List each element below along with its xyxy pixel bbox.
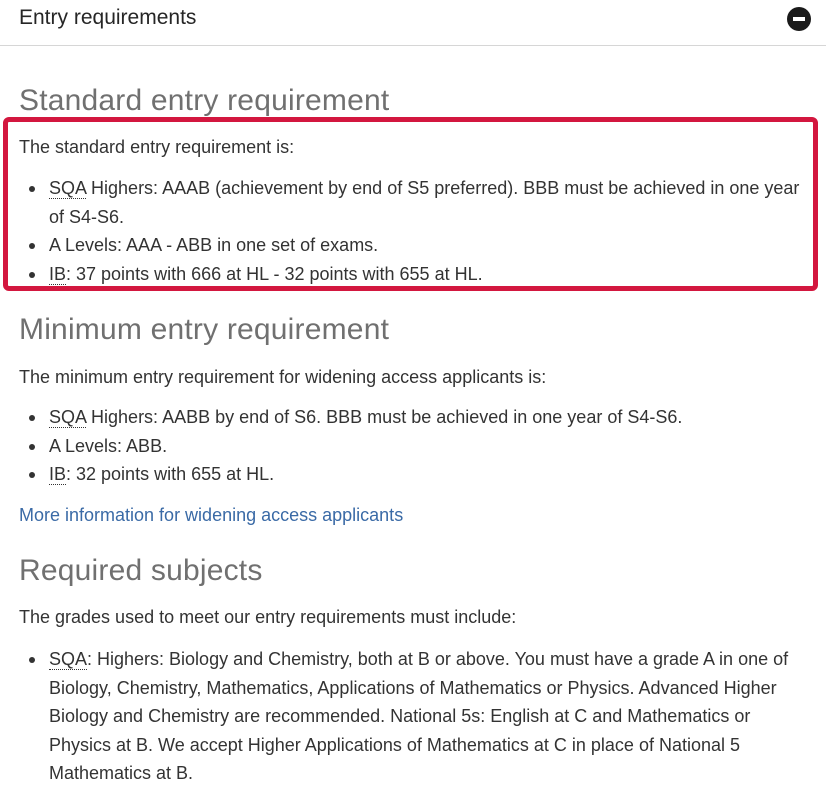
list-item: A Levels: AAA - ABB in one set of exams. xyxy=(19,231,814,260)
widening-access-link[interactable]: More information for widening access app… xyxy=(19,505,403,526)
minimum-intro: The minimum entry requirement for wideni… xyxy=(19,367,547,387)
accordion-header[interactable]: Entry requirements xyxy=(0,0,826,46)
list-item: SQA Highers: AAAB (achievement by end of… xyxy=(19,174,814,231)
list-item-text: : 32 points with 655 at HL. xyxy=(66,464,275,484)
list-item-text: Highers: AAAB (achievement by end of S5 … xyxy=(49,178,800,227)
abbr-sqa[interactable]: SQA xyxy=(49,407,87,428)
required-list: SQA: Highers: Biology and Chemistry, bot… xyxy=(19,645,814,788)
abbr-ib[interactable]: IB xyxy=(49,464,67,485)
minus-circle-icon[interactable] xyxy=(787,7,811,31)
list-item: IB: 37 points with 666 at HL - 32 points… xyxy=(19,260,814,289)
list-item: A Levels: ABB. xyxy=(19,432,814,461)
abbr-sqa[interactable]: SQA xyxy=(49,178,87,199)
list-item: SQA Highers: AABB by end of S6. BBB must… xyxy=(19,403,814,432)
list-item-text: A Levels: ABB. xyxy=(49,435,168,456)
required-intro: The grades used to meet our entry requir… xyxy=(19,607,517,627)
abbr-ib[interactable]: IB xyxy=(49,263,67,285)
standard-list: SQA Highers: AAAB (achievement by end of… xyxy=(19,174,814,288)
minimum-heading: Minimum entry requirement xyxy=(19,313,390,346)
list-item-text: : 37 points with 666 at HL - 32 points w… xyxy=(66,263,483,284)
list-item-text: Highers: AABB by end of S6. BBB must be … xyxy=(86,407,683,427)
list-item-text: A Levels: AAA - ABB in one set of exams. xyxy=(49,235,379,255)
standard-intro: The standard entry requirement is: xyxy=(19,137,295,157)
accordion-title: Entry requirements xyxy=(19,6,197,29)
minimum-list: SQA Highers: AABB by end of S6. BBB must… xyxy=(19,403,814,489)
standard-heading: Standard entry requirement xyxy=(19,84,390,117)
abbr-sqa[interactable]: SQA xyxy=(49,649,88,670)
required-heading: Required subjects xyxy=(19,554,263,587)
list-item: IB: 32 points with 655 at HL. xyxy=(19,460,814,489)
list-item: SQA: Highers: Biology and Chemistry, bot… xyxy=(19,645,814,788)
list-item-text: : Highers: Biology and Chemistry, both a… xyxy=(49,649,789,783)
